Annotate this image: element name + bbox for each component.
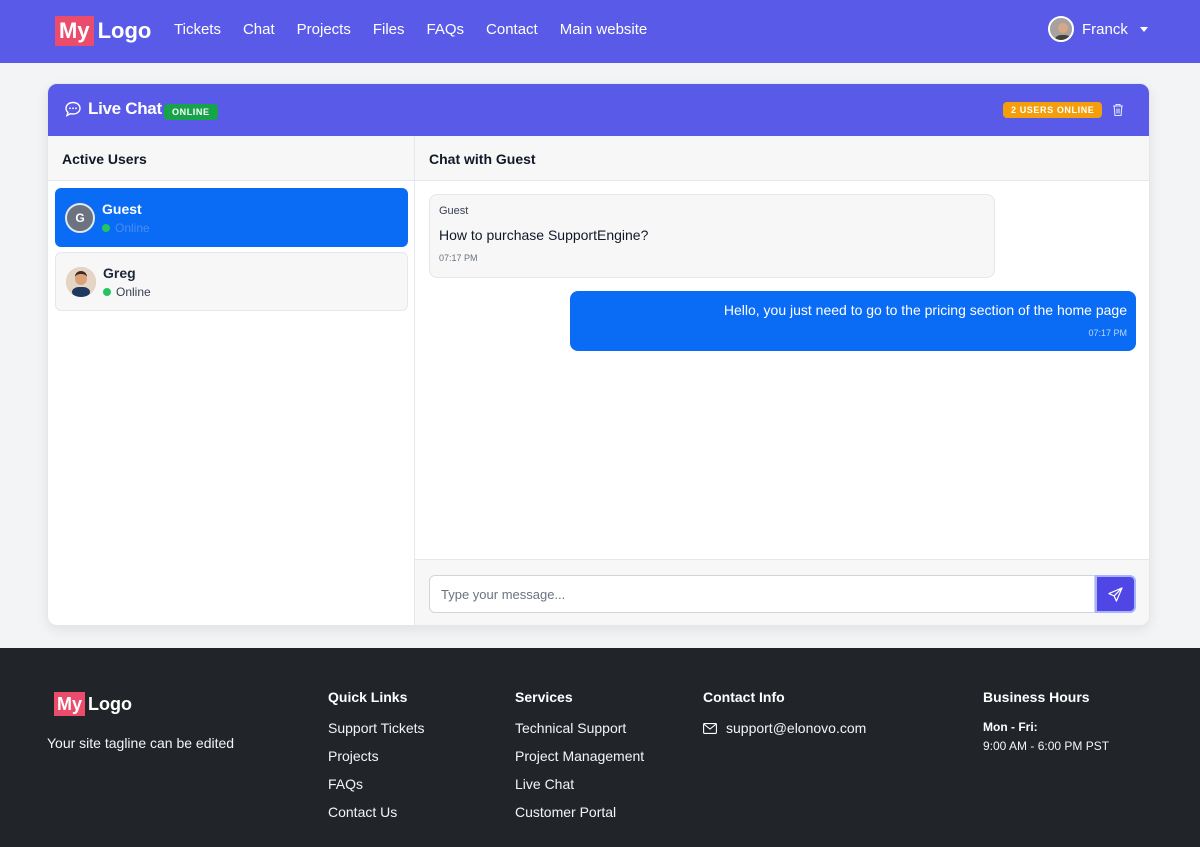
chevron-down-icon — [1139, 26, 1148, 32]
contact-column: Contact Info support@elonovo.com — [703, 689, 866, 736]
footer-link-technical-support[interactable]: Technical Support — [515, 720, 644, 736]
footer-link-project-management[interactable]: Project Management — [515, 748, 644, 764]
footer-link-faqs[interactable]: FAQs — [328, 776, 425, 792]
footer-link-live-chat[interactable]: Live Chat — [515, 776, 644, 792]
message-text: How to purchase SupportEngine? — [439, 227, 649, 243]
services-heading: Services — [515, 689, 573, 705]
business-hours-column: Business Hours Mon - Fri: 9:00 AM - 6:00… — [983, 689, 1109, 753]
user-avatar — [1048, 16, 1074, 42]
nav-link-faqs[interactable]: FAQs — [427, 20, 465, 40]
message-text: Hello, you just need to go to the pricin… — [723, 302, 1127, 318]
nav-link-chat[interactable]: Chat — [243, 20, 275, 40]
footer-link-contact-us[interactable]: Contact Us — [328, 804, 425, 820]
nav-link-main-website[interactable]: Main website — [560, 20, 648, 40]
support-email-link[interactable]: support@elonovo.com — [726, 720, 866, 736]
user-item-status: Online — [116, 285, 151, 299]
conversation-heading: Chat with Guest — [415, 136, 1149, 181]
avatar — [66, 266, 96, 297]
logo-my: My — [54, 692, 86, 716]
site-logo[interactable]: My Logo — [55, 16, 151, 46]
user-item-name: Greg — [103, 265, 136, 281]
active-users-panel: Active Users G Guest Online Greg Online — [48, 136, 415, 625]
conversation-panel: Chat with Guest Guest How to purchase Su… — [415, 136, 1149, 625]
users-online-badge: 2 USERS ONLINE — [1003, 102, 1103, 118]
footer-logo[interactable]: My Logo — [54, 692, 132, 716]
incoming-message: Guest How to purchase SupportEngine? 07:… — [429, 194, 995, 278]
live-chat-card: Live Chat ONLINE 2 USERS ONLINE Active U… — [47, 83, 1150, 626]
business-hours-heading: Business Hours — [983, 689, 1090, 705]
footer-link-projects[interactable]: Projects — [328, 748, 425, 764]
logo-text: Logo — [97, 18, 152, 43]
avatar: G — [65, 202, 95, 233]
trash-icon[interactable] — [1112, 103, 1124, 117]
online-dot-icon — [102, 224, 110, 232]
logo-my: My — [55, 16, 94, 46]
services-column: Services Technical Support Project Manag… — [515, 689, 644, 832]
user-menu[interactable]: Franck — [1048, 16, 1148, 42]
nav-link-contact[interactable]: Contact — [486, 20, 538, 40]
logo-text: Logo — [88, 693, 132, 714]
message-sender: Guest — [439, 205, 469, 217]
quick-links-column: Quick Links Support Tickets Projects FAQ… — [328, 689, 425, 832]
user-item-greg[interactable]: Greg Online — [55, 252, 408, 311]
nav-links: Tickets Chat Projects Files FAQs Contact… — [174, 20, 647, 40]
top-navbar: My Logo Tickets Chat Projects Files FAQs… — [0, 0, 1200, 63]
outgoing-message: Hello, you just need to go to the pricin… — [570, 291, 1136, 351]
card-header: Live Chat ONLINE 2 USERS ONLINE — [48, 84, 1149, 136]
nav-link-files[interactable]: Files — [373, 20, 405, 40]
send-button[interactable] — [1095, 575, 1136, 613]
message-time: 07:17 PM — [1088, 328, 1127, 338]
send-icon — [1108, 586, 1123, 602]
contact-heading: Contact Info — [703, 689, 785, 705]
chat-bubble-icon — [65, 101, 81, 117]
hours-days: Mon - Fri: — [983, 720, 1038, 734]
message-time: 07:17 PM — [439, 253, 478, 263]
user-item-status: Online — [115, 221, 150, 235]
quick-links-heading: Quick Links — [328, 689, 408, 705]
hours-time: 9:00 AM - 6:00 PM PST — [983, 739, 1110, 753]
online-dot-icon — [103, 288, 111, 296]
footer-link-customer-portal[interactable]: Customer Portal — [515, 804, 644, 820]
status-badge: ONLINE — [164, 104, 218, 120]
user-item-name: Guest — [102, 201, 142, 217]
active-users-heading: Active Users — [48, 136, 414, 181]
user-name: Franck — [1082, 20, 1128, 38]
footer-tagline: Your site tagline can be edited — [47, 735, 235, 751]
envelope-icon — [703, 722, 717, 734]
card-title: Live Chat — [64, 99, 162, 119]
message-input[interactable] — [429, 575, 1095, 613]
user-item-guest[interactable]: G Guest Online — [55, 188, 408, 247]
site-footer: My Logo Your site tagline can be edited … — [0, 648, 1200, 847]
nav-link-tickets[interactable]: Tickets — [174, 20, 221, 40]
message-composer — [415, 559, 1149, 625]
nav-link-projects[interactable]: Projects — [297, 20, 351, 40]
footer-link-support-tickets[interactable]: Support Tickets — [328, 720, 425, 736]
